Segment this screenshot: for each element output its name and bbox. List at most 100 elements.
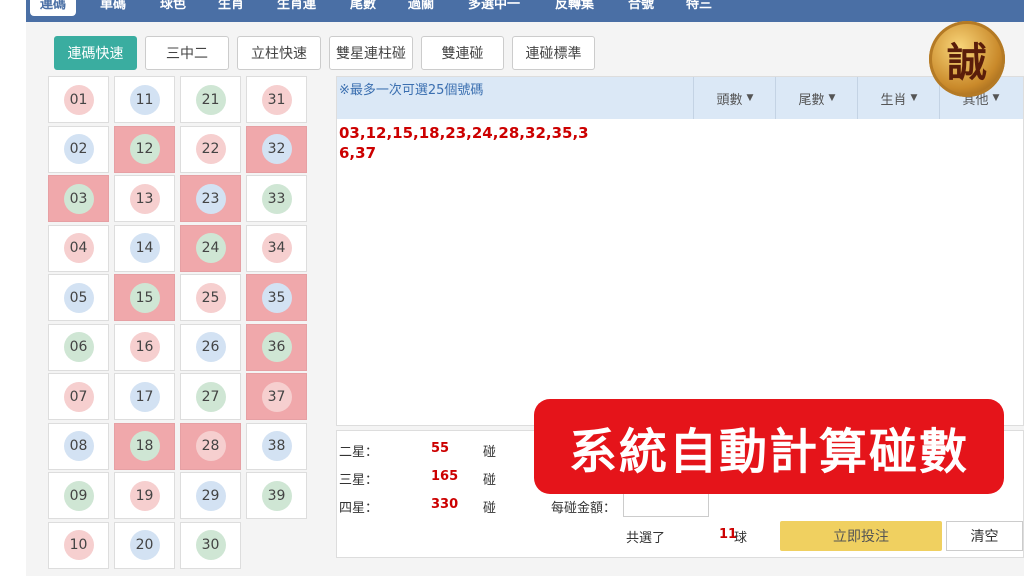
toolbar-button-5[interactable]: 連碰標準 [512, 36, 595, 70]
panel-header: ※最多一次可選25個號碼 頭數 ▼ 尾數 ▼ 生肖 ▼ 其他 ▼ [337, 77, 1023, 119]
number-ball: 15 [129, 282, 160, 313]
number-cell-06[interactable]: 06 [48, 323, 109, 371]
nav-tab-0[interactable]: 連碼 [30, 0, 77, 16]
number-ball: 06 [63, 332, 94, 362]
number-cell-35[interactable]: 35 [246, 274, 307, 321]
number-cell-38[interactable]: 38 [246, 422, 307, 470]
number-cell-29[interactable]: 29 [180, 472, 241, 519]
number-cell-28[interactable]: 28 [180, 422, 241, 470]
number-cell-32[interactable]: 32 [246, 125, 307, 173]
number-ball: 09 [63, 480, 94, 511]
number-cell-19[interactable]: 19 [114, 472, 175, 519]
total-unit: 球 [734, 531, 748, 546]
star-row-label: 二星： [339, 445, 379, 460]
number-ball: 14 [129, 233, 160, 263]
number-cell-31[interactable]: 31 [246, 76, 307, 123]
number-cell-09[interactable]: 09 [48, 472, 109, 519]
clear-button[interactable]: 清空 [946, 521, 1023, 551]
number-cell-30[interactable]: 30 [180, 521, 241, 569]
toolbar-button-4[interactable]: 雙連碰 [421, 36, 504, 70]
toolbar-button-1[interactable]: 三中二 [145, 36, 229, 70]
number-ball: 34 [261, 233, 292, 263]
nav-tab-3[interactable]: 生肖 [218, 0, 244, 16]
chevron-down-icon: ▼ [828, 93, 836, 103]
number-ball: 07 [63, 381, 94, 412]
number-ball: 12 [129, 134, 160, 164]
nav-tab-8[interactable]: 反轉集 [555, 0, 594, 16]
number-cell-27[interactable]: 27 [180, 373, 241, 420]
number-cell-20[interactable]: 20 [114, 521, 175, 569]
number-ball: 31 [261, 84, 292, 115]
bet-now-button[interactable]: 立即投注 [780, 521, 942, 551]
number-cell-39[interactable]: 39 [246, 472, 307, 519]
number-cell-23[interactable]: 23 [180, 175, 241, 222]
number-cell-12[interactable]: 12 [114, 125, 175, 173]
filter-label: 頭數 [716, 92, 743, 108]
toolbar-button-0[interactable]: 連碼快速 [54, 36, 137, 70]
number-ball: 01 [63, 84, 94, 115]
number-ball: 04 [63, 233, 94, 263]
number-ball: 26 [195, 332, 226, 362]
number-ball: 17 [129, 381, 160, 412]
nav-tab-7[interactable]: 多選中一 [468, 0, 520, 16]
star-row-label: 四星： [339, 501, 379, 516]
chevron-down-icon: ▼ [746, 93, 754, 103]
nav-tab-10[interactable]: 特三 [686, 0, 712, 16]
number-cell-13[interactable]: 13 [114, 175, 175, 222]
number-ball: 20 [129, 530, 160, 560]
number-cell-36[interactable]: 36 [246, 323, 307, 371]
number-ball: 19 [129, 480, 160, 511]
number-cell-02[interactable]: 02 [48, 125, 109, 173]
number-cell-15[interactable]: 15 [114, 274, 175, 321]
number-cell-14[interactable]: 14 [114, 224, 175, 272]
number-cell-33[interactable]: 33 [246, 175, 307, 222]
number-ball: 24 [195, 233, 226, 263]
number-cell-37[interactable]: 37 [246, 373, 307, 420]
number-ball: 03 [63, 183, 94, 214]
number-cell-34[interactable]: 34 [246, 224, 307, 272]
nav-tab-9[interactable]: 合號 [628, 0, 654, 16]
filter-dropdown-1[interactable]: 尾數 ▼ [775, 77, 858, 119]
number-cell-05[interactable]: 05 [48, 274, 109, 321]
nav-tab-5[interactable]: 尾數 [350, 0, 376, 16]
number-ball: 08 [63, 431, 94, 461]
total-prefix: 共選了 [626, 531, 666, 546]
nav-tab-4[interactable]: 生肖連 [277, 0, 316, 16]
max-notice: ※最多一次可選25個號碼 [339, 83, 484, 98]
number-cell-04[interactable]: 04 [48, 224, 109, 272]
filter-dropdown-2[interactable]: 生肖 ▼ [857, 77, 940, 119]
number-cell-16[interactable]: 16 [114, 323, 175, 371]
brand-logo: 誠 [929, 21, 1005, 97]
toolbar-button-3[interactable]: 雙星連柱碰 [329, 36, 413, 70]
number-ball: 13 [129, 183, 160, 214]
number-cell-25[interactable]: 25 [180, 274, 241, 321]
number-cell-22[interactable]: 22 [180, 125, 241, 173]
number-cell-11[interactable]: 11 [114, 76, 175, 123]
number-ball: 32 [261, 134, 292, 164]
nav-tab-2[interactable]: 球色 [160, 0, 186, 16]
number-cell-07[interactable]: 07 [48, 373, 109, 420]
number-ball: 35 [261, 282, 292, 313]
filter-dropdown-0[interactable]: 頭數 ▼ [693, 77, 776, 119]
number-cell-17[interactable]: 17 [114, 373, 175, 420]
number-cell-08[interactable]: 08 [48, 422, 109, 470]
star-row-label: 三星： [339, 473, 379, 488]
number-cell-18[interactable]: 18 [114, 422, 175, 470]
number-ball: 28 [195, 431, 226, 461]
number-ball: 02 [63, 134, 94, 164]
number-cell-26[interactable]: 26 [180, 323, 241, 371]
logo-glyph: 誠 [947, 40, 987, 86]
filter-label: 生肖 [880, 92, 907, 108]
number-cell-24[interactable]: 24 [180, 224, 241, 272]
nav-tab-6[interactable]: 過關 [408, 0, 434, 16]
nav-tab-1[interactable]: 單碼 [100, 0, 126, 16]
number-cell-21[interactable]: 21 [180, 76, 241, 123]
number-ball: 33 [261, 183, 292, 214]
toolbar-button-2[interactable]: 立柱快速 [237, 36, 321, 70]
chevron-down-icon: ▼ [910, 93, 918, 103]
number-cell-03[interactable]: 03 [48, 175, 109, 222]
number-ball: 39 [261, 480, 292, 511]
number-ball: 05 [63, 282, 94, 313]
number-cell-01[interactable]: 01 [48, 76, 109, 123]
number-cell-10[interactable]: 10 [48, 521, 109, 569]
